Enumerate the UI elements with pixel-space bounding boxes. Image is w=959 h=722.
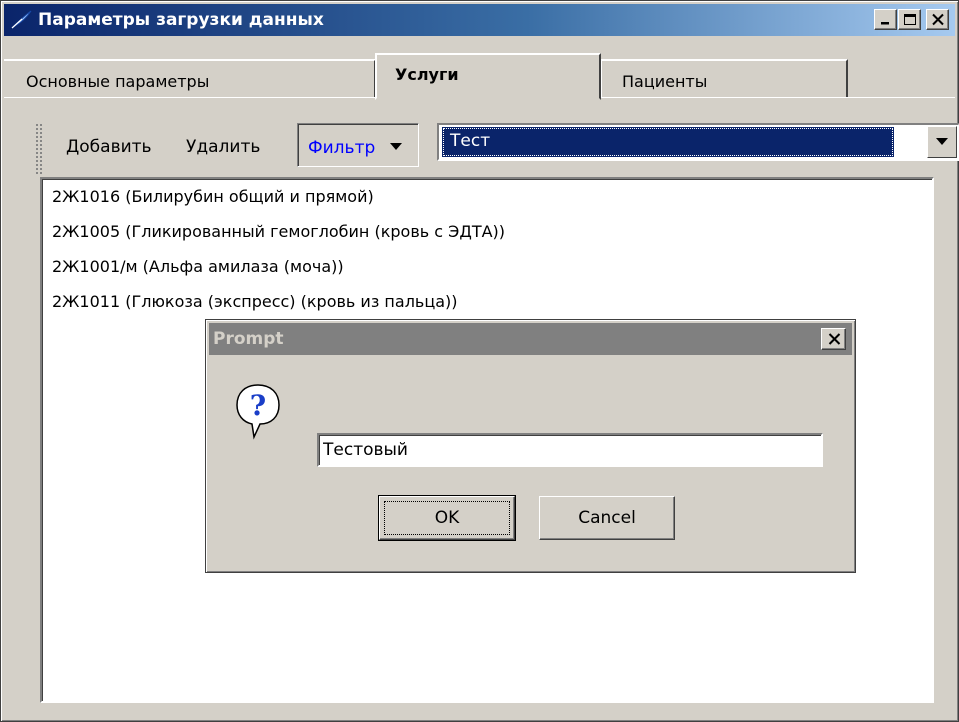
dropdown-arrow-icon	[390, 143, 402, 150]
toolbar-grip-handle[interactable]	[35, 123, 43, 175]
app-feather-icon	[11, 10, 32, 29]
maximize-icon	[904, 14, 916, 25]
tab-main-parameters[interactable]: Основные параметры	[4, 59, 376, 97]
combo-dropdown-button[interactable]	[927, 126, 957, 158]
dialog-titlebar[interactable]: Prompt	[209, 323, 852, 355]
dialog-close-button[interactable]	[821, 328, 846, 350]
tab-label: Основные параметры	[26, 72, 210, 91]
service-filter-combobox[interactable]: Тест	[437, 123, 959, 161]
question-icon: ?	[236, 384, 280, 440]
tab-strip: Основные параметры Пациенты Услуги	[4, 53, 955, 100]
combo-selected-value[interactable]: Тест	[442, 127, 894, 157]
list-item[interactable]: 2Ж1005 (Гликированный гемоглобин (кровь …	[52, 222, 505, 241]
services-toolbar: Добавить Удалить Фильтр Тест	[32, 117, 959, 175]
ok-button[interactable]: OK	[378, 495, 516, 541]
tab-patients[interactable]: Пациенты	[600, 59, 848, 97]
main-window: Параметры загрузки данных Основные парам…	[0, 0, 959, 722]
close-icon	[828, 333, 841, 345]
tab-label: Пациенты	[622, 72, 708, 91]
svg-text:?: ?	[250, 389, 266, 422]
chevron-down-icon	[936, 138, 948, 145]
tab-label: Услуги	[395, 65, 459, 84]
cancel-button[interactable]: Cancel	[539, 496, 675, 540]
prompt-input[interactable]	[317, 433, 823, 467]
combo-value-text: Тест	[450, 131, 491, 151]
minimize-button[interactable]	[874, 9, 897, 30]
window-titlebar[interactable]: Параметры загрузки данных	[4, 4, 955, 36]
list-item[interactable]: 2Ж1001/м (Альфа амилаза (моча))	[52, 257, 344, 276]
filter-button[interactable]: Фильтр	[297, 123, 419, 167]
list-item[interactable]: 2Ж1011 (Глюкоза (экспресс) (кровь из пал…	[52, 292, 458, 311]
dialog-title: Prompt	[213, 329, 284, 349]
prompt-dialog: Prompt ? OK Cancel	[205, 319, 856, 573]
delete-button[interactable]: Удалить	[186, 137, 260, 157]
window-title: Параметры загрузки данных	[38, 10, 324, 30]
close-icon	[932, 13, 944, 26]
tab-services[interactable]: Услуги	[375, 53, 601, 100]
filter-label: Фильтр	[308, 138, 376, 158]
add-button[interactable]: Добавить	[66, 137, 152, 157]
minimize-icon	[881, 22, 889, 25]
maximize-button[interactable]	[898, 9, 921, 30]
list-item[interactable]: 2Ж1016 (Билирубин общий и прямой)	[52, 187, 374, 206]
close-button[interactable]	[926, 9, 949, 30]
